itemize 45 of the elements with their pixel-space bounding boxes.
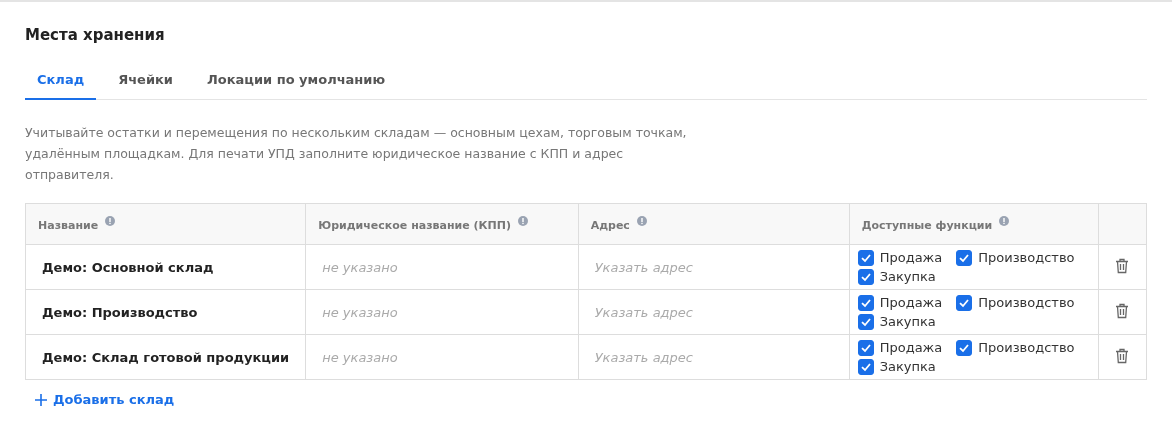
info-icon[interactable]	[636, 216, 647, 226]
checkbox-label: Продажа	[879, 250, 943, 265]
checkbox-label: Закупка	[879, 359, 936, 374]
checkbox[interactable]	[956, 339, 973, 356]
table-cell: Демо: Основной склад	[25, 244, 306, 290]
checkbox[interactable]	[857, 268, 874, 285]
description-text: Учитывайте остатки и перемещения по нескольким складам — основным цехам, торговым точкам, удалённым площадкам. Для печати УПД заполните юридическое название с КПП и адрес отправителя.	[25, 124, 688, 184]
table-cell: Демо: Склад готовой продукции	[25, 334, 306, 380]
checkbox-label: Производство	[978, 250, 1075, 265]
legal-name-field[interactable]: не указано	[305, 244, 579, 290]
table-cell: Демо: Производство	[25, 289, 306, 335]
address-field[interactable]: Указать адрес	[578, 289, 850, 335]
checkbox-label: Закупка	[879, 314, 936, 329]
legal-name-field[interactable]: не указано	[305, 334, 579, 380]
checkbox[interactable]	[857, 358, 874, 375]
legal-name-field[interactable]: не указано	[305, 289, 579, 335]
column-label: Адрес	[590, 219, 630, 232]
checkbox[interactable]	[956, 294, 973, 311]
checkbox[interactable]	[857, 339, 874, 356]
column-label: Юридическое название (КПП)	[318, 219, 511, 232]
info-icon[interactable]	[999, 216, 1010, 226]
trash-icon[interactable]	[1115, 347, 1130, 364]
trash-icon[interactable]	[1115, 302, 1130, 319]
address-field[interactable]: Указать адрес	[578, 334, 850, 380]
tab[interactable]: Ячейки	[106, 72, 185, 100]
checkbox-label: Закупка	[879, 269, 936, 284]
checkbox[interactable]	[857, 313, 874, 330]
plus-icon	[35, 393, 47, 406]
checkbox[interactable]	[857, 249, 874, 266]
checkbox[interactable]	[857, 294, 874, 311]
column-label: Название	[38, 219, 99, 232]
tab[interactable]: Локации по умолчанию	[194, 72, 398, 100]
checkbox[interactable]	[956, 249, 973, 266]
address-field[interactable]: Указать адрес	[578, 244, 850, 290]
add-warehouse-button[interactable]: Добавить склад	[35, 392, 175, 407]
tab[interactable]: Склад	[25, 72, 97, 100]
info-icon[interactable]	[518, 216, 528, 226]
checkbox-label: Производство	[978, 340, 1075, 355]
column-label: Доступные функции	[861, 219, 993, 232]
checkbox-label: Продажа	[879, 295, 943, 310]
info-icon[interactable]	[105, 216, 116, 226]
trash-icon[interactable]	[1115, 257, 1130, 274]
checkbox-label: Производство	[978, 295, 1075, 310]
checkbox-label: Продажа	[879, 340, 943, 355]
section-title: Места хранения	[25, 26, 166, 44]
